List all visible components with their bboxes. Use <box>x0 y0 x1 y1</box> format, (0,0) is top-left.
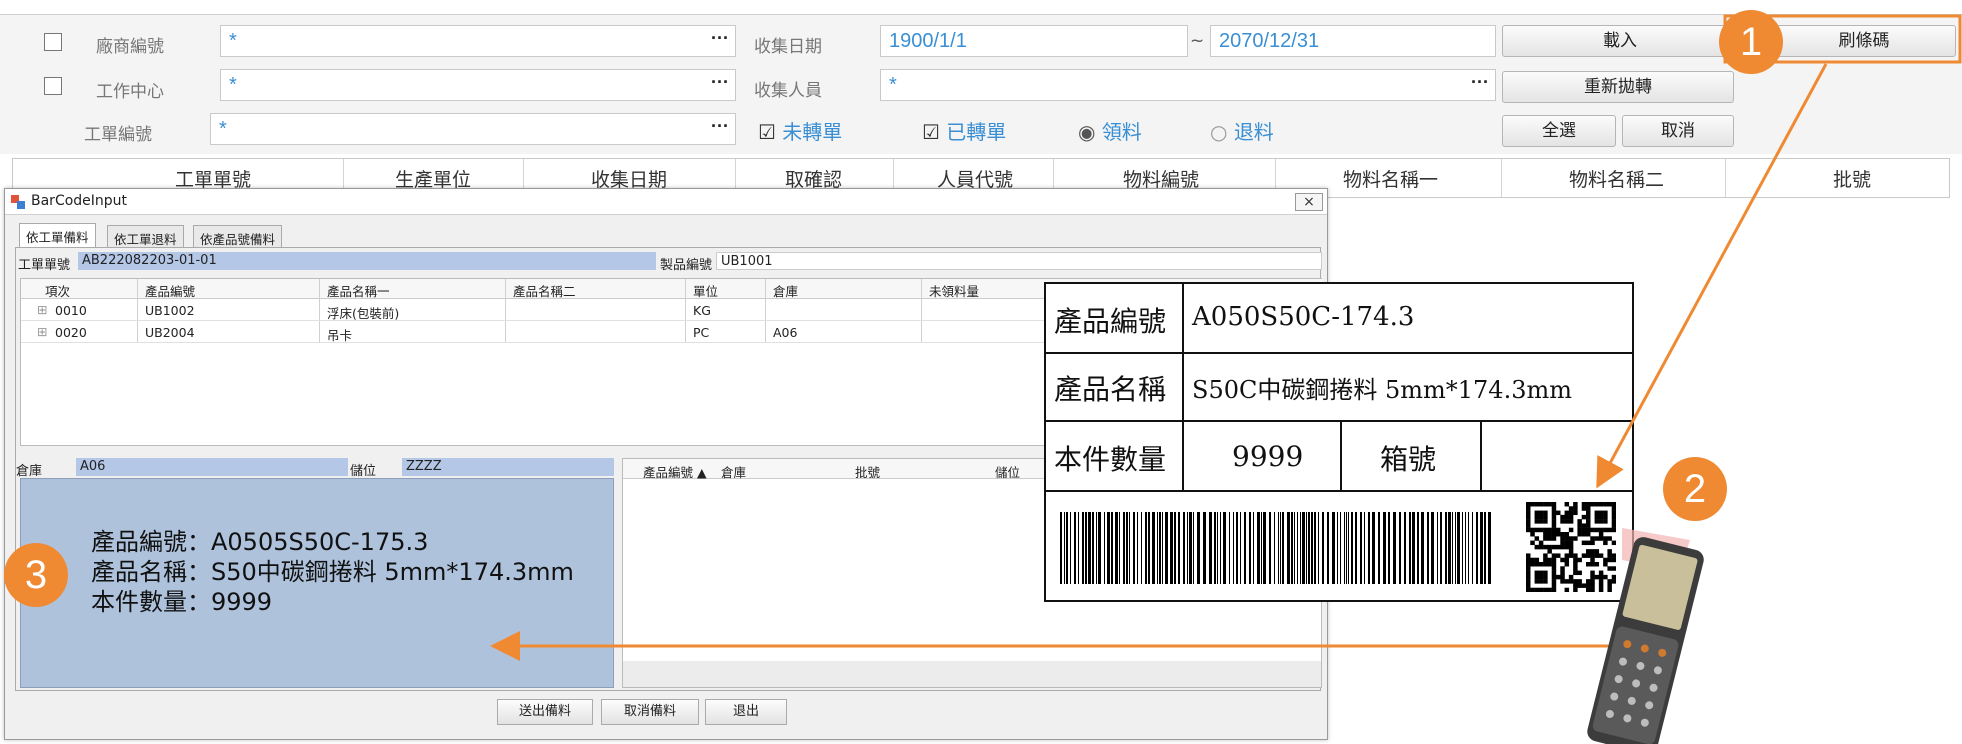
step-2-badge: 2 <box>1663 457 1727 521</box>
step-3-badge: 3 <box>4 543 68 607</box>
arrow-to-label <box>1596 63 1828 489</box>
step-1-badge: 1 <box>1719 10 1783 74</box>
annotation-overlay <box>490 14 1962 744</box>
handheld-scanner-icon <box>1587 537 1704 744</box>
